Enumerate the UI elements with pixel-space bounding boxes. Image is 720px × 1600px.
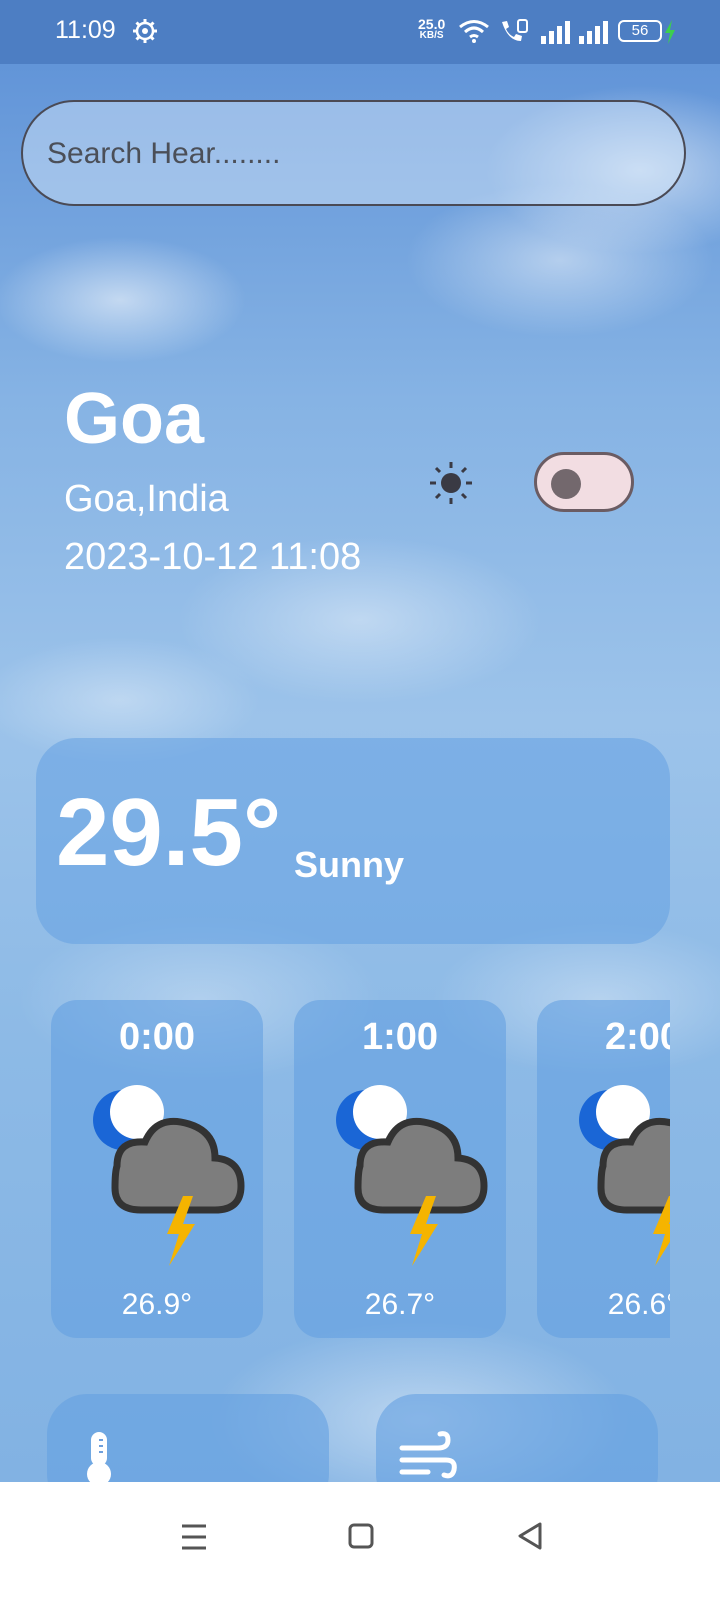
signal-icon [541,21,570,44]
settings-gear-icon [133,19,157,43]
back-icon[interactable] [500,1506,560,1566]
sun-icon [430,462,472,504]
search-input[interactable] [45,102,649,206]
city-name: Goa [64,379,205,459]
hour-temperature: 26.6° [607,1288,670,1321]
thermometer-icon [87,1432,111,1486]
home-icon[interactable] [331,1506,391,1566]
status-bar: 11:09 25.0 KB/S 56 [0,0,720,64]
night-thunderstorm-icon [336,1085,488,1266]
wifi-icon [459,20,489,43]
hourly-card[interactable]: 0:00 26.9° [51,1000,263,1338]
wind-icon [399,1431,457,1479]
hourly-forecast-list[interactable]: 0:00 26.9° 1:00 26.7° 2:00 26.6° [51,1000,670,1340]
theme-toggle-switch[interactable] [534,452,634,512]
current-condition: Sunny [294,844,405,885]
current-temperature: 29.5° [56,779,282,886]
network-speed: 25.0 KB/S [418,17,445,42]
hour-temperature: 26.9° [121,1288,193,1321]
current-weather-card: 29.5° Sunny [36,738,670,944]
toggle-knob [551,469,581,499]
hour-temperature: 26.7° [364,1288,436,1321]
menu-icon[interactable] [164,1506,224,1566]
signal-icon [579,21,608,44]
charging-bolt-icon [665,20,675,44]
hour-time: 1:00 [361,1016,439,1058]
hourly-card[interactable]: 1:00 26.7° [294,1000,506,1338]
local-datetime: 2023-10-12 11:08 [64,536,362,578]
volte-call-icon [502,19,528,41]
status-time: 11:09 [55,16,116,44]
system-navigation-bar [0,1482,720,1600]
night-thunderstorm-icon [579,1085,670,1266]
battery-level: 56 [631,22,649,39]
hour-time: 0:00 [118,1016,196,1058]
region-name: Goa,India [64,478,229,520]
hour-time: 2:00 [604,1016,670,1058]
night-thunderstorm-icon [93,1085,245,1266]
search-bar[interactable] [21,100,686,206]
network-speed-unit: KB/S [419,30,444,41]
battery-icon: 56 [618,20,662,42]
hourly-card[interactable]: 2:00 26.6° [537,1000,670,1338]
